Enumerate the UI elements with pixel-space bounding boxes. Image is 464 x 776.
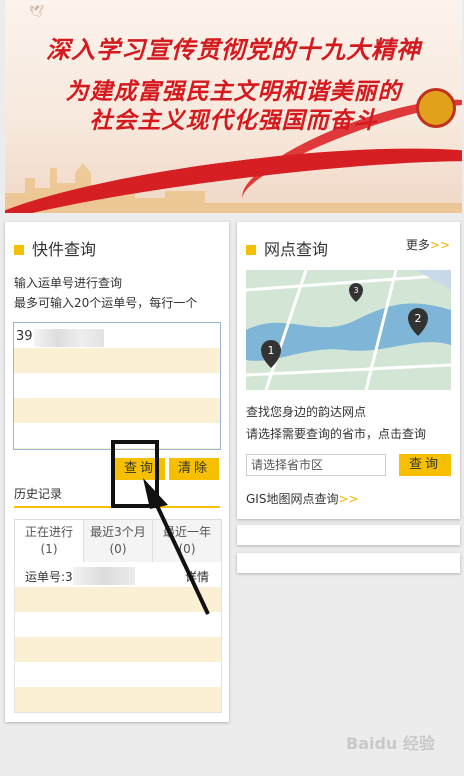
baidu-watermark: Baidu 经验 [346, 734, 435, 753]
pointer-arrow-icon [143, 478, 210, 615]
